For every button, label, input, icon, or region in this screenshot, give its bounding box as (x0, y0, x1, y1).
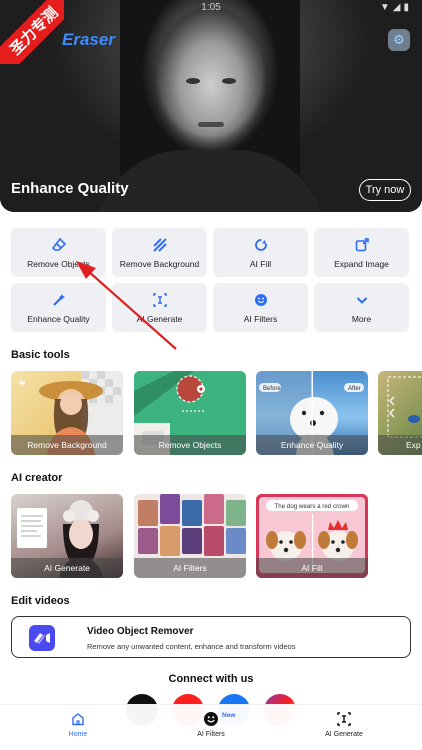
ai-creator-title: AI creator (11, 472, 63, 484)
tool-remove-objects[interactable]: Remove Objects (11, 228, 106, 277)
tool-label: More (351, 313, 372, 324)
watermark-text: 圣力专测 (0, 0, 64, 64)
expand-icon (354, 237, 370, 253)
gear-icon: ⚙ (393, 32, 405, 47)
tool-more[interactable]: More (314, 283, 409, 332)
video-object-remover-card[interactable]: Video Object Remover Remove any unwanted… (11, 616, 411, 658)
card-caption: AI Filters (134, 558, 246, 578)
tool-label: Expand Image (334, 258, 389, 269)
new-badge: New (222, 712, 236, 719)
tool-label: Remove Background (119, 258, 200, 269)
stripes-icon (152, 237, 168, 253)
nav-home[interactable]: Home (38, 711, 118, 738)
after-label: After (348, 386, 361, 392)
tool-label: AI Generate (136, 313, 183, 324)
eraser-icon (51, 237, 67, 253)
try-now-button[interactable]: Try now (359, 179, 411, 201)
magic-wand-icon (51, 292, 67, 308)
video-subtitle: Remove any unwanted content, enhance and… (87, 642, 296, 651)
card-caption: Enhance Quality (256, 435, 368, 455)
card-enhance-quality[interactable]: Before After Enhance Quality (256, 371, 368, 455)
basic-tools-carousel[interactable]: Remove Background Remove Objects Before … (11, 371, 422, 455)
app-title: Eraser (62, 30, 115, 49)
tool-ai-fill[interactable]: AI Fill (213, 228, 308, 277)
home-icon (70, 711, 86, 727)
smile-icon (253, 292, 269, 308)
hero-eye (222, 78, 236, 84)
bottom-navigation: Home AI Filters AI Generate (0, 704, 422, 750)
card-expand-image[interactable]: Exp (378, 371, 422, 455)
tool-label: AI Filters (243, 313, 278, 324)
nav-label: AI Filters (197, 731, 225, 738)
card-caption: Exp (378, 435, 422, 455)
tool-expand-image[interactable]: Expand Image (314, 228, 409, 277)
tool-label: Enhance Quality (27, 313, 90, 324)
status-icons: ▼◢▮ (379, 2, 412, 13)
tool-remove-background[interactable]: Remove Background (112, 228, 207, 277)
card-remove-objects[interactable]: Remove Objects (134, 371, 246, 455)
tool-ai-filters[interactable]: AI Filters (213, 283, 308, 332)
tools-grid: Remove Objects Remove Background AI Fill… (11, 228, 411, 332)
fill-prompt-text: The dog wears a red crown (275, 503, 351, 510)
nav-label: AI Generate (325, 731, 363, 738)
tool-ai-generate[interactable]: AI Generate (112, 283, 207, 332)
nav-label: Home (68, 731, 88, 738)
card-caption: AI Fill (256, 558, 368, 578)
hero-mouth (198, 122, 224, 127)
hero-eye (186, 78, 200, 84)
card-caption: Remove Objects (134, 435, 246, 455)
smile-icon (203, 711, 219, 727)
refresh-icon (253, 237, 269, 253)
text-cursor-icon (336, 711, 352, 727)
card-remove-background[interactable]: Remove Background (11, 371, 123, 455)
video-title: Video Object Remover (87, 626, 194, 637)
edit-videos-title: Edit videos (11, 595, 70, 607)
tool-label: AI Fill (249, 258, 272, 269)
ai-creator-carousel[interactable]: AI Generate AI Filters The dog wears a r… (11, 494, 422, 578)
tool-enhance-quality[interactable]: Enhance Quality (11, 283, 106, 332)
chevron-down-icon (354, 292, 370, 308)
basic-tools-title: Basic tools (11, 349, 70, 361)
card-ai-filters[interactable]: AI Filters (134, 494, 246, 578)
before-label: Before (263, 386, 281, 392)
card-ai-fill[interactable]: The dog wears a red crown AI Fill (256, 494, 368, 578)
tool-label: Remove Objects (27, 258, 90, 269)
card-ai-generate[interactable]: AI Generate (11, 494, 123, 578)
nav-ai-filters[interactable]: AI Filters (171, 711, 251, 738)
text-cursor-icon (152, 292, 168, 308)
video-eraser-icon (29, 625, 55, 651)
hero-title: Enhance Quality (11, 180, 129, 197)
card-caption: Remove Background (11, 435, 123, 455)
watermark-ribbon: 圣力专测 (0, 0, 64, 64)
nav-ai-generate[interactable]: AI Generate (304, 711, 384, 738)
card-caption: AI Generate (11, 558, 123, 578)
settings-button[interactable]: ⚙ (388, 29, 410, 51)
connect-title: Connect with us (168, 673, 254, 685)
